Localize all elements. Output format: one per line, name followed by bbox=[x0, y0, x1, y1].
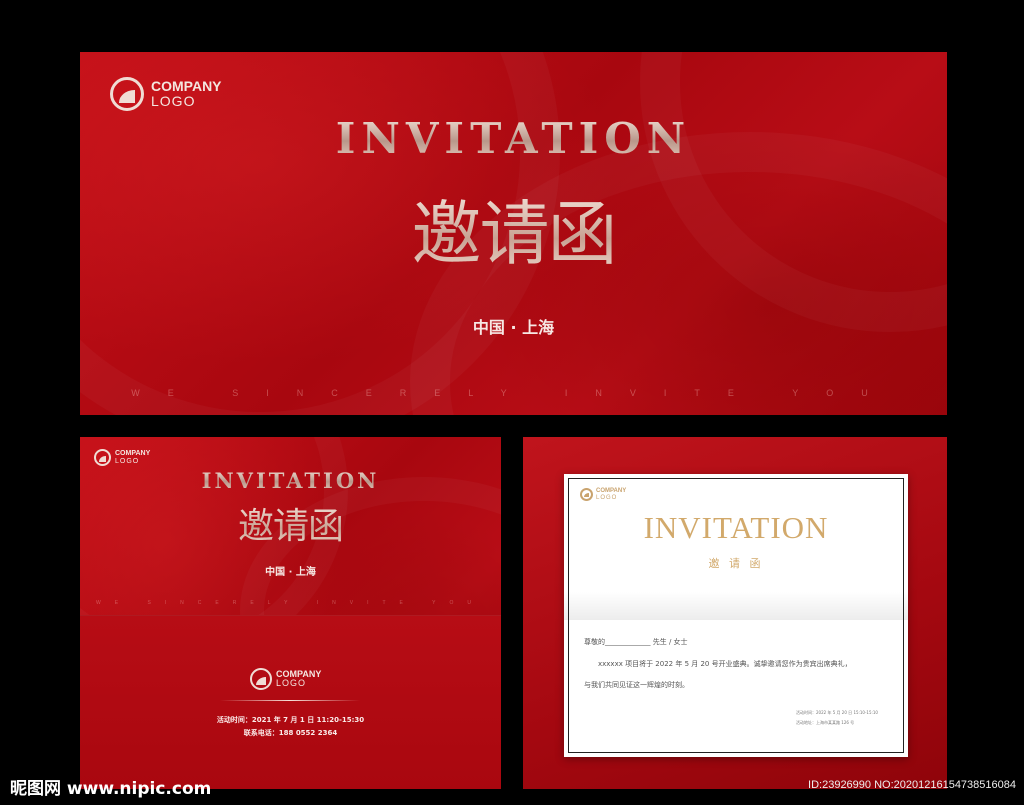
company-logo-back: COMPANY LOGO bbox=[250, 668, 321, 690]
logo-mark-icon bbox=[94, 449, 111, 466]
detail-address: 活动地址：上海市某某路 126 号 bbox=[796, 720, 855, 725]
watermark-site: 昵图网 www.nipic.com bbox=[10, 779, 212, 799]
location-text: 中国 · 上海 bbox=[472, 318, 555, 337]
logo-text: COMPANY LOGO bbox=[596, 488, 626, 501]
logo-line1: COMPANY bbox=[596, 488, 627, 495]
body-line-2: 与我们共同见证这一辉煌的时刻。 bbox=[584, 681, 689, 689]
invitation-inner: COMPANY LOGO INVITATION 邀 请 函 尊敬的_______… bbox=[523, 437, 947, 789]
logo-line2: LOGO bbox=[276, 678, 307, 688]
logo-mark-icon bbox=[250, 668, 272, 690]
title-english: INVITATION bbox=[80, 114, 947, 163]
logo-line2: LOGO bbox=[596, 494, 618, 501]
logo-text: COMPANY LOGO bbox=[151, 79, 222, 108]
invitation-card: COMPANY LOGO INVITATION 邀 请 函 尊敬的_______… bbox=[564, 474, 908, 757]
slogan-text: WE SINCERELY INVITE YOU bbox=[131, 388, 896, 398]
company-logo: COMPANY LOGO bbox=[580, 488, 626, 501]
invitation-cover-large: COMPANY LOGO INVITATION 邀请函 中国 · 上海 WE S… bbox=[80, 52, 947, 415]
logo-mark-icon bbox=[580, 488, 593, 501]
salutation: 尊敬的_____________ 先生 / 女士 bbox=[584, 638, 688, 646]
logo-mark-icon bbox=[110, 77, 144, 111]
invitation-front-back: COMPANY LOGO INVITATION 邀请函 中国 · 上海 WE S… bbox=[80, 437, 501, 789]
body-line-1: xxxxxx 项目将于 2022 年 5 月 20 号开业盛典。诚挚邀请您作为贵… bbox=[598, 660, 852, 668]
title-chinese: 邀请函 bbox=[80, 497, 501, 549]
logo-text: COMPANY LOGO bbox=[276, 669, 321, 689]
card-title-chinese: 邀 请 函 bbox=[708, 557, 764, 570]
logo-line2: LOGO bbox=[151, 93, 196, 109]
logo-line2: LOGO bbox=[115, 457, 140, 465]
event-time: 活动时间：2021 年 7 月 1 日 11:20-15:30 bbox=[216, 716, 365, 724]
divider-line bbox=[220, 700, 360, 701]
contact-phone: 联系电话：188 0552 2364 bbox=[243, 729, 338, 737]
back-side: COMPANY LOGO 活动时间：2021 年 7 月 1 日 11:20-1… bbox=[80, 615, 501, 789]
watermark-id: ID:23926990 NO:20201216154738516084 bbox=[808, 779, 1016, 791]
logo-text: COMPANY LOGO bbox=[115, 450, 150, 465]
location-text: 中国 · 上海 bbox=[265, 567, 316, 578]
slogan-text: WE SINCERELY INVITE YOU bbox=[96, 600, 485, 606]
detail-time: 活动时间：2022 年 5 月 20 日 15:10-15:10 bbox=[796, 710, 878, 715]
title-english: INVITATION bbox=[80, 468, 501, 493]
logo-line1: COMPANY bbox=[151, 78, 222, 95]
company-logo: COMPANY LOGO bbox=[110, 77, 222, 111]
title-chinese: 邀请函 bbox=[80, 178, 947, 279]
card-title-english: INVITATION bbox=[643, 510, 829, 545]
company-logo: COMPANY LOGO bbox=[94, 449, 150, 466]
logo-line1: COMPANY bbox=[115, 450, 151, 458]
